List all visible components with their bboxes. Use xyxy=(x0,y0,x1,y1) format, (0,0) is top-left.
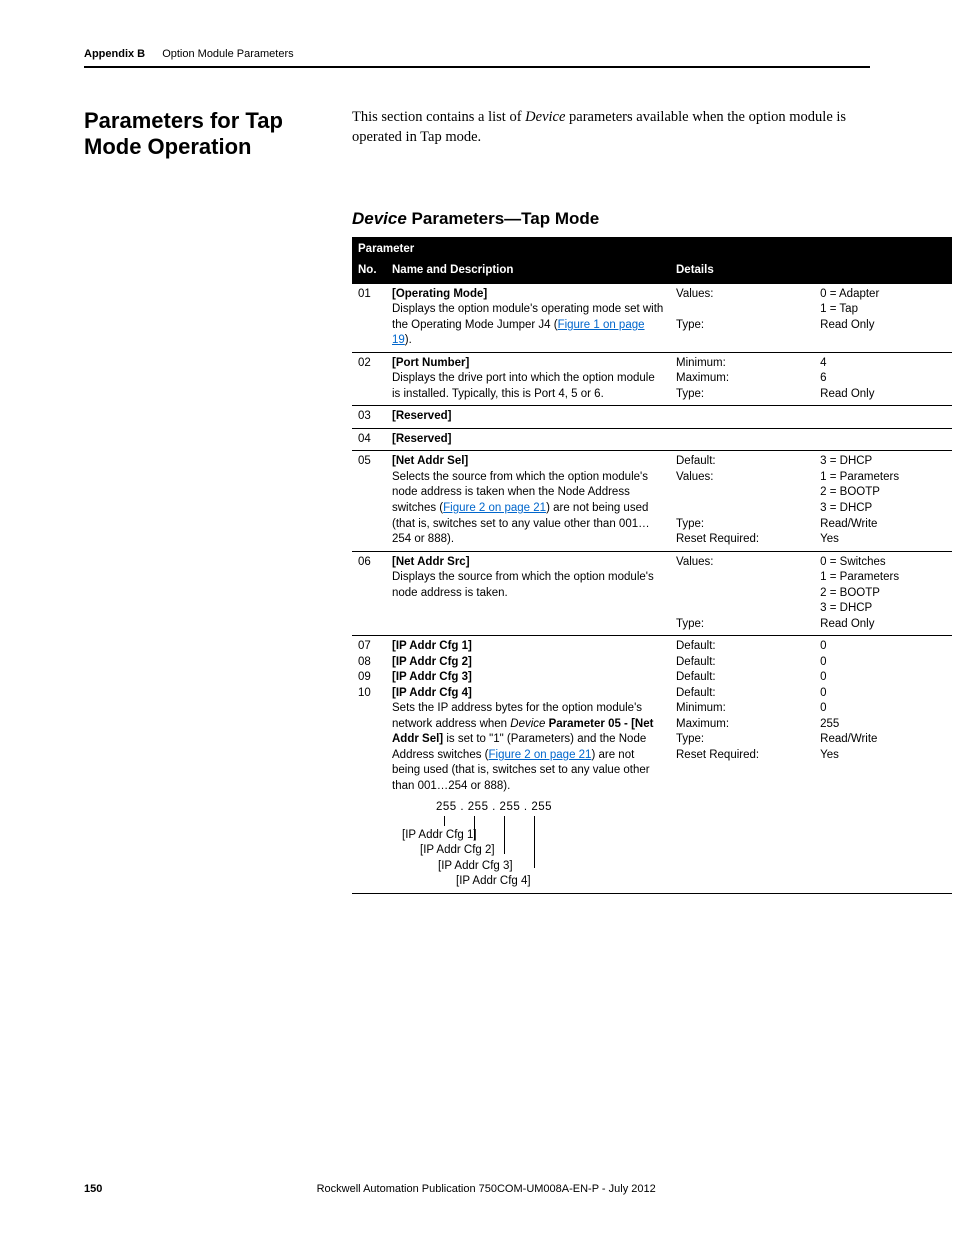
parameters-table: Parameter No. Name and Description Detai… xyxy=(352,237,952,894)
running-header: Appendix B Option Module Parameters xyxy=(84,48,870,68)
table-row: 01 [Operating Mode] Displays the option … xyxy=(352,283,952,353)
table-heading: Device Parameters—Tap Mode xyxy=(352,209,870,229)
th-no: No. xyxy=(352,260,386,283)
table-row: 06 [Net Addr Src] Displays the source fr… xyxy=(352,551,952,636)
appendix-label: Appendix B xyxy=(84,48,145,60)
table-row: 02 [Port Number] Displays the drive port… xyxy=(352,352,952,406)
figure-link[interactable]: Figure 2 on page 21 xyxy=(443,502,546,514)
section-heading: Parameters for Tap Mode Operation xyxy=(84,108,324,161)
table-row: 03 [Reserved] xyxy=(352,406,952,429)
table-row: 07 08 09 10 [IP Addr Cfg 1] [IP Addr Cfg… xyxy=(352,636,952,894)
figure-link[interactable]: Figure 2 on page 21 xyxy=(489,749,592,761)
section-body: This section contains a list of Device p… xyxy=(352,108,870,161)
ip-diagram: 255 . 255 . 255 . 255 [IP Addr Cfg 1] [I… xyxy=(402,800,664,890)
th-parameter: Parameter xyxy=(352,238,670,261)
page-number: 150 xyxy=(84,1183,102,1195)
table-row: 05 [Net Addr Sel] Selects the source fro… xyxy=(352,451,952,551)
th-name: Name and Description xyxy=(386,260,670,283)
chapter-title: Option Module Parameters xyxy=(162,48,293,60)
th-details: Details xyxy=(670,260,952,283)
table-row: 04 [Reserved] xyxy=(352,428,952,451)
page-footer: 150 Rockwell Automation Publication 750C… xyxy=(84,1183,870,1195)
publication-id: Rockwell Automation Publication 750COM-U… xyxy=(84,1183,870,1195)
